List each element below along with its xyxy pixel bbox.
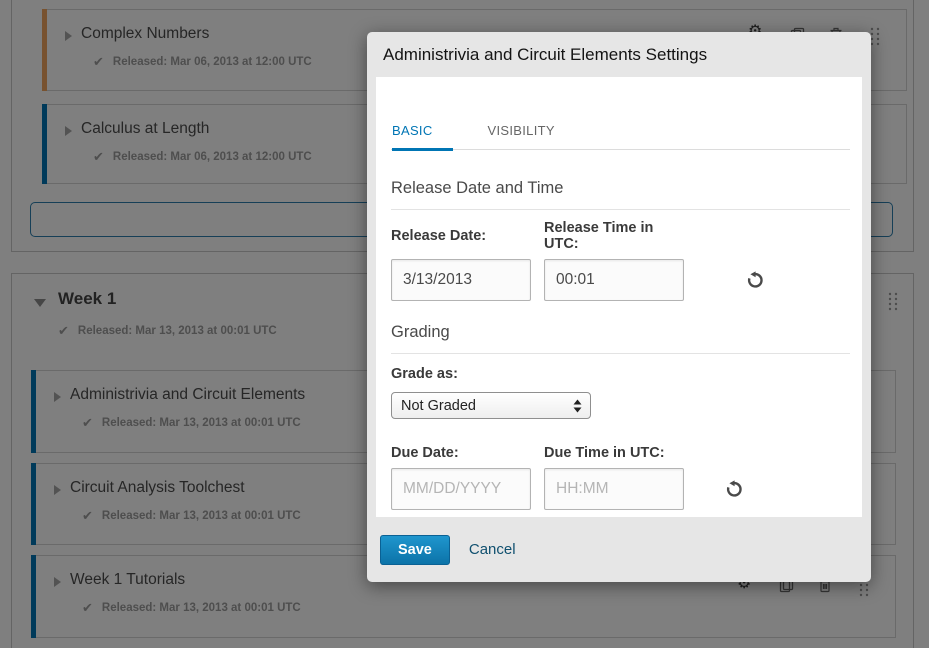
- release-fields: Release Date: Release Time in UTC:: [391, 220, 850, 301]
- tab-visibility[interactable]: VISIBILITY: [488, 123, 555, 149]
- release-time-input[interactable]: [544, 259, 684, 301]
- settings-modal: Administrivia and Circuit Elements Setti…: [367, 32, 871, 582]
- grade-select[interactable]: Not Graded: [391, 392, 591, 419]
- due-time-input[interactable]: [544, 468, 684, 510]
- reset-release-icon[interactable]: [746, 271, 764, 289]
- modal-footer: Save Cancel: [367, 517, 871, 582]
- modal-title: Administrivia and Circuit Elements Setti…: [367, 32, 871, 77]
- modal-body: BASIC VISIBILITY Release Date and Time R…: [376, 77, 862, 517]
- grading-section-heading: Grading: [391, 323, 850, 342]
- divider: [391, 353, 850, 354]
- due-time-label: Due Time in UTC:: [544, 445, 684, 461]
- reset-due-icon[interactable]: [725, 480, 743, 498]
- save-button[interactable]: Save: [380, 535, 450, 565]
- grade-as-label: Grade as:: [391, 366, 850, 382]
- divider: [391, 209, 850, 210]
- grade-select-value: Not Graded: [401, 398, 476, 414]
- due-date-input[interactable]: [391, 468, 531, 510]
- release-section-heading: Release Date and Time: [391, 179, 850, 198]
- release-date-label: Release Date:: [391, 228, 531, 244]
- select-stepper-icon: [573, 399, 582, 413]
- course-outline-page: Complex Numbers ✔ Released: Mar 06, 2013…: [0, 0, 929, 648]
- modal-tabs: BASIC VISIBILITY: [391, 123, 850, 150]
- due-date-label: Due Date:: [391, 445, 531, 461]
- release-time-label: Release Time in UTC:: [544, 220, 684, 252]
- cancel-link[interactable]: Cancel: [469, 541, 516, 558]
- release-date-input[interactable]: [391, 259, 531, 301]
- tab-basic[interactable]: BASIC: [392, 123, 453, 151]
- due-fields: Due Date: Due Time in UTC:: [391, 445, 850, 510]
